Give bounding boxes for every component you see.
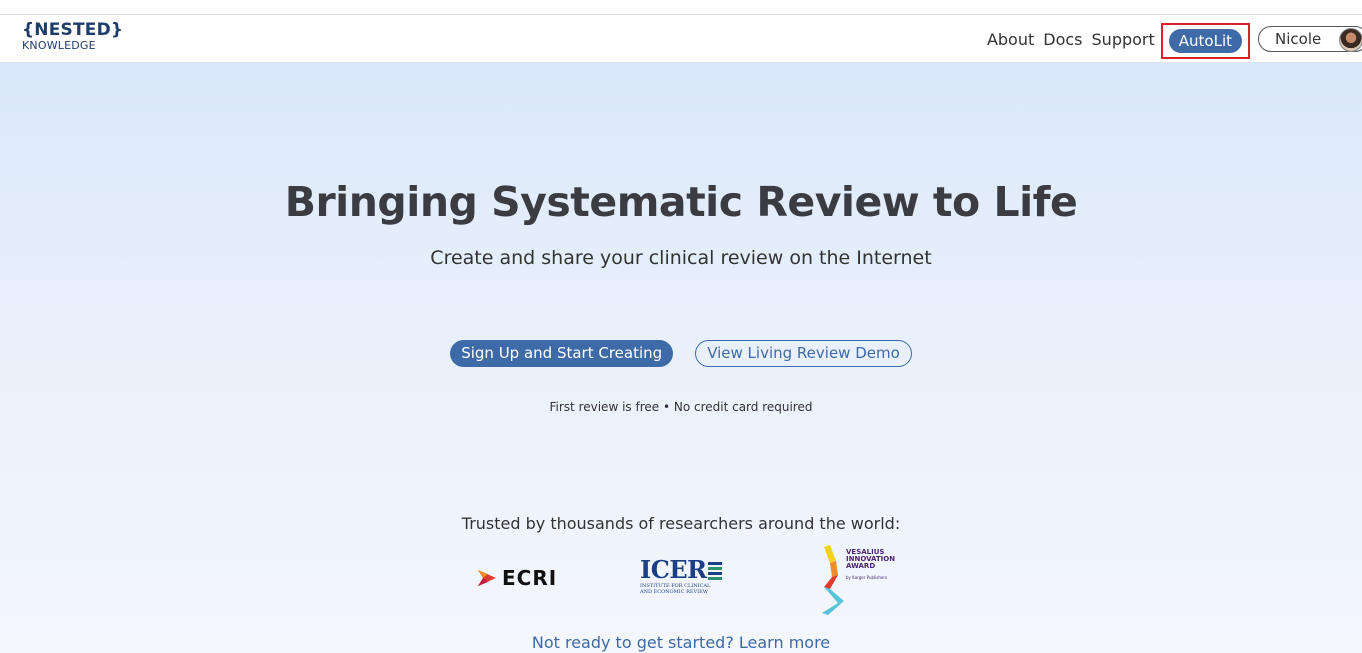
ecri-logo: ECRI xyxy=(476,566,557,590)
brand-logo[interactable]: {NESTED} KNOWLEDGE xyxy=(22,20,124,52)
trusted-heading: Trusted by thousands of researchers arou… xyxy=(461,514,901,533)
avatar xyxy=(1339,28,1362,52)
icer-stripes-icon xyxy=(707,562,722,580)
logo-line-1: {NESTED} xyxy=(22,20,124,40)
vesalius-subtitle: by Karger Publishers xyxy=(846,575,888,580)
vesalius-line-3: AWARD xyxy=(846,562,876,570)
vesalius-title: VESALIUS INNOVATION AWARD xyxy=(846,549,895,570)
icer-logo: ICER INSTITUTE FOR CLINICAL AND ECONOMIC… xyxy=(640,558,722,595)
nav-link-about[interactable]: About xyxy=(987,30,1034,49)
page-title: Bringing Systematic Review to Life xyxy=(284,178,1078,226)
page-subtitle: Create and share your clinical review on… xyxy=(430,247,932,269)
top-navbar: {NESTED} KNOWLEDGE About Docs Support Au… xyxy=(0,14,1362,63)
icer-text: ICER xyxy=(640,555,707,584)
learn-more-link[interactable]: Not ready to get started? Learn more xyxy=(0,633,1362,652)
icer-subtitle-2: AND ECONOMIC REVIEW xyxy=(640,588,708,595)
ecri-arrow-icon xyxy=(476,567,498,589)
cta-row: Sign Up and Start Creating View Living R… xyxy=(0,340,1362,367)
view-demo-button[interactable]: View Living Review Demo xyxy=(695,340,912,367)
user-menu-button[interactable]: Nicole xyxy=(1258,26,1362,52)
vesalius-award-logo: VESALIUS INNOVATION AWARD by Karger Publ… xyxy=(820,545,920,615)
nav-links: About Docs Support AutoLit Nicole xyxy=(987,15,1362,63)
logo-line-2: KNOWLEDGE xyxy=(22,39,96,52)
autolit-highlight-box: AutoLit xyxy=(1160,23,1250,59)
free-trial-note: First review is free • No credit card re… xyxy=(549,400,813,414)
user-name: Nicole xyxy=(1275,30,1322,48)
hero-section: Bringing Systematic Review to Life Creat… xyxy=(0,63,1362,653)
ecri-text: ECRI xyxy=(502,566,558,590)
top-strip xyxy=(0,0,1362,14)
nav-link-support[interactable]: Support xyxy=(1092,30,1155,49)
partner-logos: ECRI ICER INSTITUTE FOR CLINICAL AND ECO… xyxy=(470,545,940,618)
nav-link-docs[interactable]: Docs xyxy=(1043,30,1082,49)
autolit-button[interactable]: AutoLit xyxy=(1168,29,1242,53)
sign-up-button[interactable]: Sign Up and Start Creating xyxy=(450,340,674,367)
